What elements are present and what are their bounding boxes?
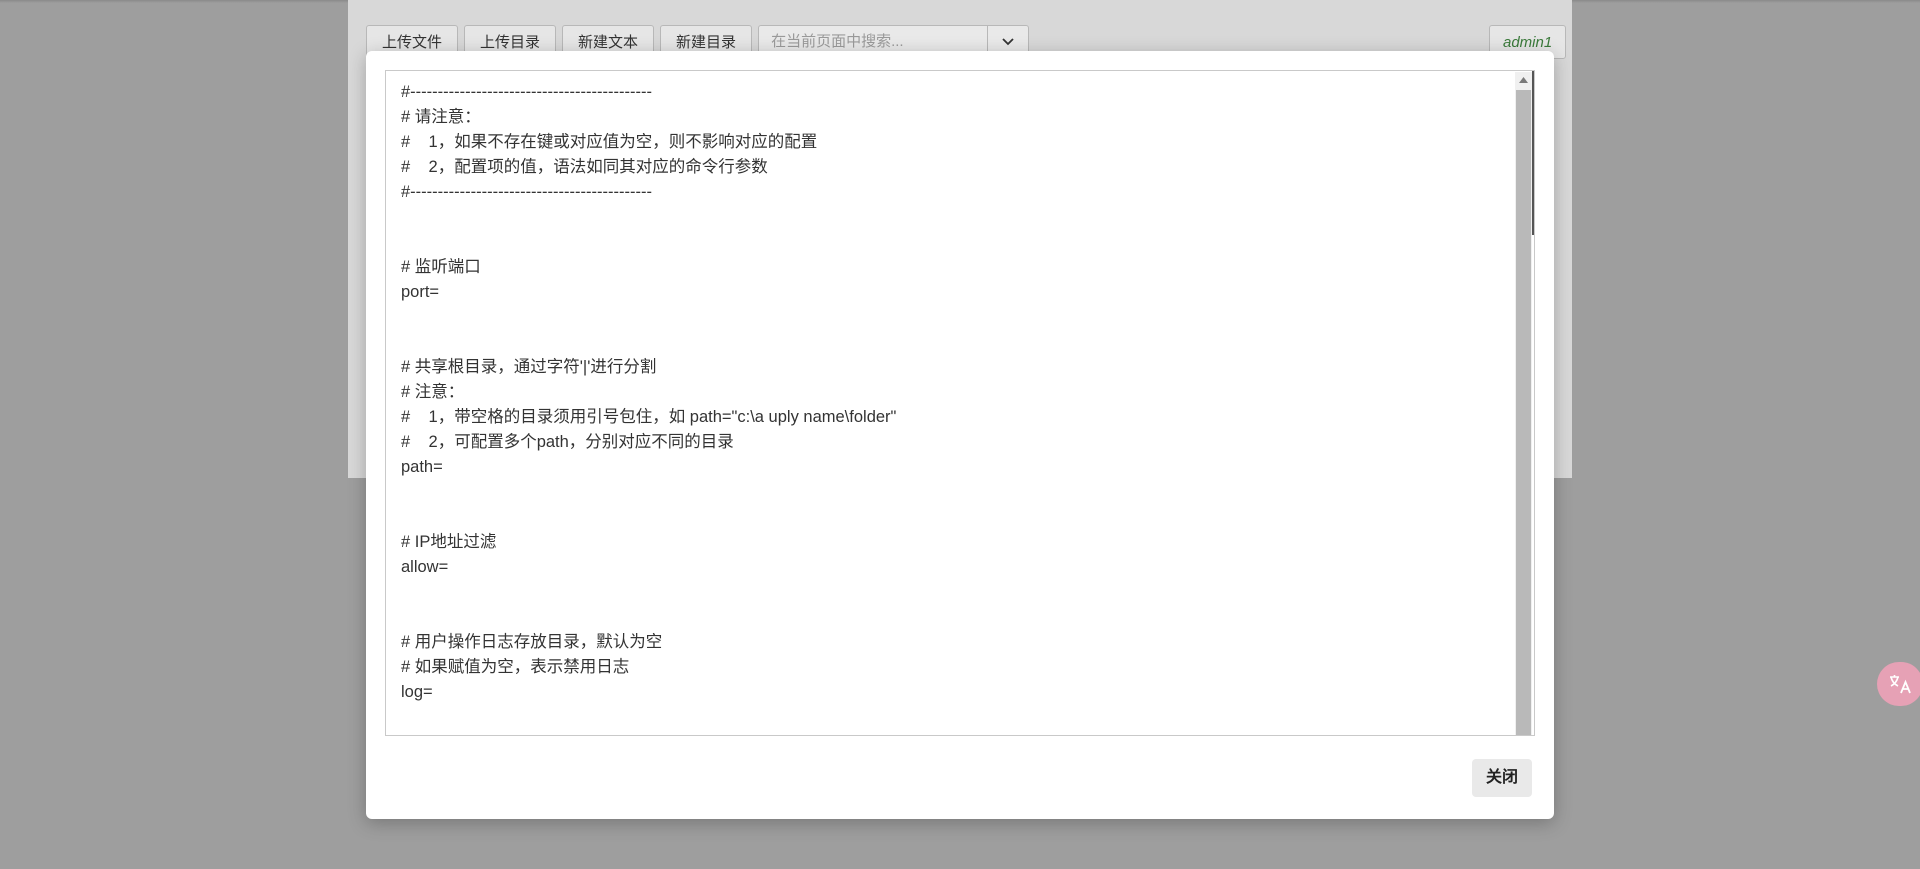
editor-modal: #---------------------------------------… [366, 51, 1554, 819]
close-button[interactable]: 关闭 [1471, 759, 1532, 797]
scroll-thumb[interactable] [1516, 90, 1531, 735]
translate-icon [1890, 675, 1911, 694]
scroll-up-button[interactable] [1515, 72, 1532, 88]
scroll-track-edge [1532, 71, 1534, 235]
config-editor[interactable]: #---------------------------------------… [385, 70, 1535, 736]
editor-content[interactable]: #---------------------------------------… [401, 80, 1508, 705]
editor-scrollbar[interactable] [1515, 72, 1532, 735]
chevron-down-icon [1002, 38, 1014, 46]
translate-button[interactable] [1877, 662, 1920, 706]
triangle-up-icon [1519, 77, 1528, 83]
